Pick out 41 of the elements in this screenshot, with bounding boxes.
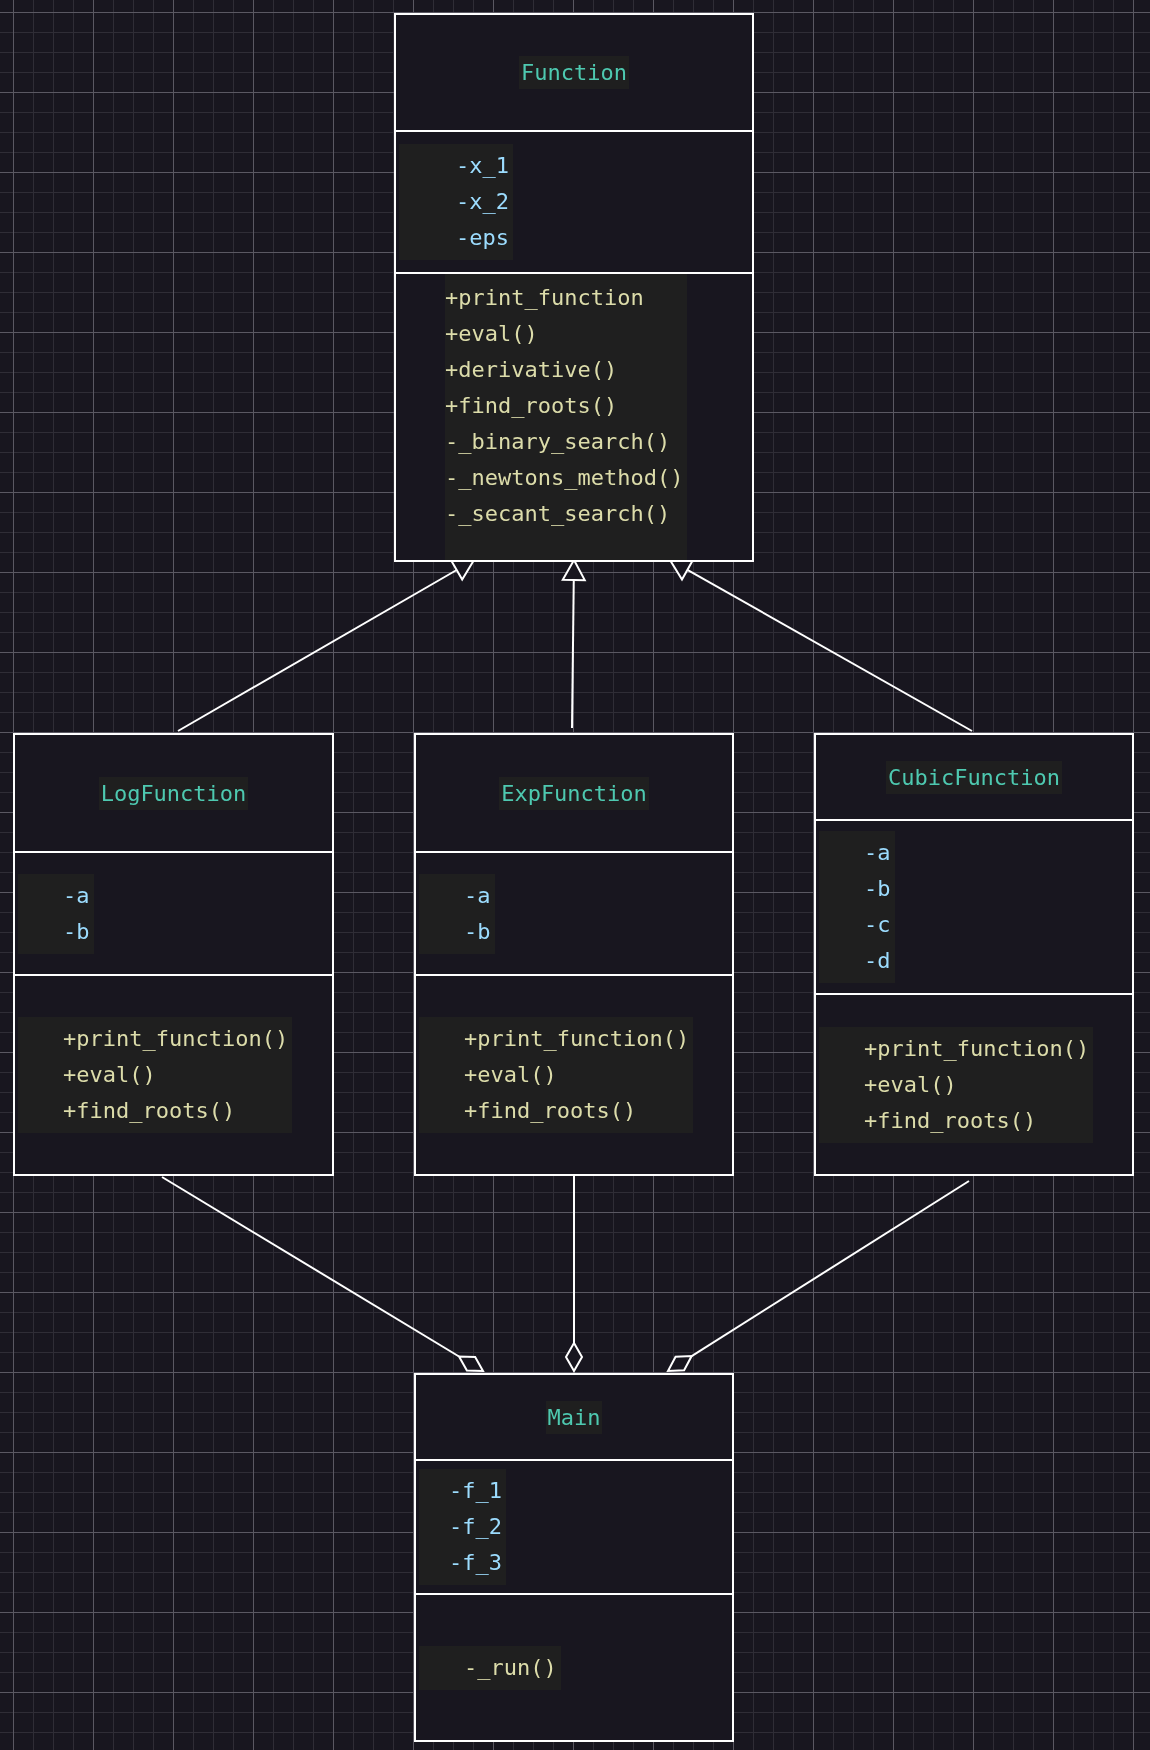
method-text: +print_function() xyxy=(63,1025,289,1053)
method-text: -_run() xyxy=(464,1653,557,1682)
attribute-text: -b xyxy=(864,875,891,903)
method-text: +eval() xyxy=(464,1061,558,1089)
method-text: +eval() xyxy=(864,1070,958,1099)
method-text: +find_roots() xyxy=(63,1097,237,1125)
class-name: CubicFunction xyxy=(885,760,1063,794)
class-box[interactable]: LogFunction -a -b +print_function() +eval() +find_roots() xyxy=(13,733,334,1176)
method-text: +derivative() xyxy=(445,356,619,384)
attribute-text: -x_1 xyxy=(456,152,509,180)
class-box[interactable]: CubicFunction -a -b -c -d +print_function() +eval() +find_roots() xyxy=(814,733,1134,1176)
attribute-text: -a xyxy=(464,881,491,910)
class-name: Main xyxy=(545,1400,603,1434)
attribute-text: -b xyxy=(63,917,90,946)
attribute-text: -f_3 xyxy=(449,1549,502,1577)
class-box[interactable]: Function -x_1 -x_2 -eps +print_function +eval() +derivative() +find_roots() -_binary_search() -_newtons_method() -_secant_search() xyxy=(394,13,754,562)
attribute-text: -f_2 xyxy=(449,1513,502,1541)
method-text: +print_function() xyxy=(464,1025,690,1053)
method-text: +find_roots() xyxy=(445,392,619,420)
class-name: LogFunction xyxy=(98,776,249,810)
attribute-text: -a xyxy=(63,881,90,910)
class-name: Function xyxy=(519,56,629,89)
method-text: +find_roots() xyxy=(464,1097,638,1125)
attribute-text: -a xyxy=(864,839,891,867)
attribute-text: -eps xyxy=(456,224,509,252)
method-text: +eval() xyxy=(445,320,539,348)
class-box[interactable]: ExpFunction -a -b +print_function() +eval() +find_roots() xyxy=(414,733,734,1176)
attribute-text: -b xyxy=(464,917,491,946)
method-text: -_binary_search() xyxy=(445,428,672,456)
method-text: -_newtons_method() xyxy=(445,464,684,492)
method-text: -_secant_search() xyxy=(445,500,672,528)
method-text: +eval() xyxy=(63,1061,157,1089)
class-box[interactable]: Main -f_1 -f_2 -f_3 -_run() xyxy=(414,1373,734,1742)
method-text: +print_function xyxy=(445,284,645,312)
method-text: +print_function() xyxy=(864,1034,1090,1063)
attribute-text: -d xyxy=(864,947,891,975)
attribute-text: -f_1 xyxy=(449,1477,502,1505)
attribute-text: -x_2 xyxy=(456,188,509,216)
attribute-text: -c xyxy=(864,911,891,939)
class-name: ExpFunction xyxy=(499,776,649,810)
method-text: +find_roots() xyxy=(864,1106,1038,1135)
